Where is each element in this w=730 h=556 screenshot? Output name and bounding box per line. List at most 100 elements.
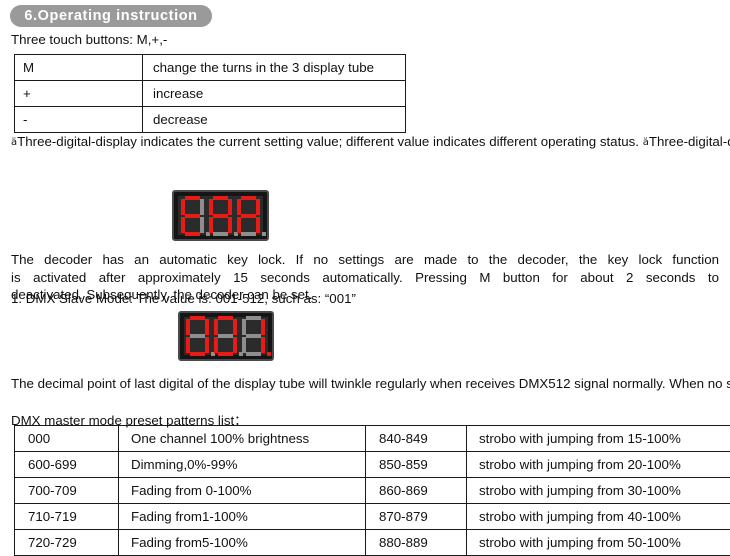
- range-cell-left: 720-729: [15, 530, 119, 556]
- button-desc-cell: decrease: [143, 107, 406, 133]
- range-cell-left: 710-719: [15, 504, 119, 530]
- led-display-address: [178, 311, 274, 361]
- table-row: M change the turns in the 3 display tube: [15, 55, 406, 81]
- segment-e-icon: [242, 337, 246, 353]
- range-cell-left: 600-699: [15, 452, 119, 478]
- touch-buttons-intro: Three touch buttons: M,+,-: [11, 31, 167, 49]
- button-key-cell: M: [15, 55, 143, 81]
- led-face: [178, 196, 263, 235]
- segment-c-icon: [261, 337, 265, 353]
- segment-a-icon: [218, 316, 233, 320]
- segment-d-icon: [185, 232, 200, 236]
- preset-patterns-table: 000 One channel 100% brightness 840-849 …: [14, 425, 730, 556]
- segment-e-icon: [181, 217, 185, 233]
- segment-a-icon: [246, 316, 261, 320]
- key-lock-line-2: is activated after approximately 15 seco…: [11, 269, 719, 287]
- led-digit-1: [186, 316, 210, 356]
- segment-e-icon: [214, 337, 218, 353]
- segment-f-icon: [237, 199, 241, 215]
- led-digit-1: [181, 196, 205, 236]
- led-face: [184, 317, 268, 355]
- button-desc-cell: increase: [143, 81, 406, 107]
- table-row: 710-719 Fading from1-100% 870-879 strobo…: [15, 504, 730, 530]
- led-digit-2: [214, 316, 238, 356]
- segment-b-icon: [233, 319, 237, 335]
- segment-a-icon: [185, 196, 200, 200]
- segment-g-icon: [246, 334, 261, 338]
- segment-c-icon: [228, 217, 232, 233]
- segment-a-icon: [241, 196, 256, 200]
- segment-c-icon: [200, 217, 204, 233]
- segment-d-icon: [190, 352, 205, 356]
- table-row: 700-709 Fading from 0-100% 860-869 strob…: [15, 478, 730, 504]
- segment-g-icon: [190, 334, 205, 338]
- touch-buttons-table: M change the turns in the 3 display tube…: [14, 54, 406, 133]
- segment-a-icon: [190, 316, 205, 320]
- button-key-cell: +: [15, 81, 143, 107]
- segment-f-icon: [214, 319, 218, 335]
- segment-b-icon: [200, 199, 204, 215]
- segment-g-icon: [218, 334, 233, 338]
- segment-f-icon: [181, 199, 185, 215]
- led-digit-3: [242, 316, 266, 356]
- display-note-line-2: äThree-digital-display goes off without …: [643, 134, 730, 149]
- key-lock-line-1: The decoder has an automatic key lock. I…: [11, 251, 719, 269]
- segment-f-icon: [186, 319, 190, 335]
- led-display-err: [172, 190, 269, 241]
- display-note-line-1: äThree-digital-display indicates the cur…: [11, 134, 639, 149]
- pattern-cell-right: strobo with jumping from 20-100%: [467, 452, 730, 478]
- pattern-cell-right: strobo with jumping from 50-100%: [467, 530, 730, 556]
- segment-b-icon: [256, 199, 260, 215]
- segment-d-icon: [246, 352, 261, 356]
- pattern-cell-left: Dimming,0%-99%: [119, 452, 366, 478]
- segment-b-icon: [261, 319, 265, 335]
- segment-c-icon: [205, 337, 209, 353]
- decimal-note-line-2: When no signal is received, the decimal …: [669, 376, 730, 391]
- pattern-cell-left: One channel 100% brightness: [119, 426, 366, 452]
- segment-b-icon: [228, 199, 232, 215]
- segment-d-icon: [218, 352, 233, 356]
- pattern-cell-right: strobo with jumping from 40-100%: [467, 504, 730, 530]
- range-cell-right: 870-879: [366, 504, 467, 530]
- decimal-note-line-1: The decimal point of last digital of the…: [11, 376, 666, 391]
- table-row: 000 One channel 100% brightness 840-849 …: [15, 426, 730, 452]
- segment-f-icon: [209, 199, 213, 215]
- segment-b-icon: [205, 319, 209, 335]
- pattern-cell-right: strobo with jumping from 15-100%: [467, 426, 730, 452]
- button-key-cell: -: [15, 107, 143, 133]
- segment-d-icon: [213, 232, 228, 236]
- dmx-slave-mode-line: 1. DMX Slave Mode: The value is: 001-512…: [11, 290, 356, 308]
- decimal-point-note: The decimal point of last digital of the…: [11, 375, 723, 393]
- display-note-text-2: Three-digital-display goes off without o…: [649, 134, 730, 149]
- table-row: 600-699 Dimming,0%-99% 850-859 strobo wi…: [15, 452, 730, 478]
- section-title-badge: 6.Operating instruction: [10, 5, 212, 27]
- segment-g-icon: [241, 214, 256, 218]
- segment-d-icon: [241, 232, 256, 236]
- segment-c-icon: [256, 217, 260, 233]
- range-cell-right: 860-869: [366, 478, 467, 504]
- segment-g-icon: [185, 214, 200, 218]
- range-cell-left: 000: [15, 426, 119, 452]
- display-note-text-1: Three-digital-display indicates the curr…: [17, 134, 639, 149]
- pattern-cell-right: strobo with jumping from 30-100%: [467, 478, 730, 504]
- pattern-cell-left: Fading from1-100%: [119, 504, 366, 530]
- pattern-cell-left: Fading from 0-100%: [119, 478, 366, 504]
- led-digit-2: [209, 196, 233, 236]
- led-digit-3: [237, 196, 261, 236]
- range-cell-left: 700-709: [15, 478, 119, 504]
- table-row: + increase: [15, 81, 406, 107]
- range-cell-right: 840-849: [366, 426, 467, 452]
- segment-a-icon: [213, 196, 228, 200]
- range-cell-right: 850-859: [366, 452, 467, 478]
- segment-dp-icon: [267, 352, 271, 356]
- range-cell-right: 880-889: [366, 530, 467, 556]
- segment-e-icon: [237, 217, 241, 233]
- segment-e-icon: [209, 217, 213, 233]
- segment-f-icon: [242, 319, 246, 335]
- pattern-cell-left: Fading from5-100%: [119, 530, 366, 556]
- button-desc-cell: change the turns in the 3 display tube: [143, 55, 406, 81]
- segment-dp-icon: [262, 232, 266, 236]
- table-row: - decrease: [15, 107, 406, 133]
- table-row: 720-729 Fading from5-100% 880-889 strobo…: [15, 530, 730, 556]
- segment-c-icon: [233, 337, 237, 353]
